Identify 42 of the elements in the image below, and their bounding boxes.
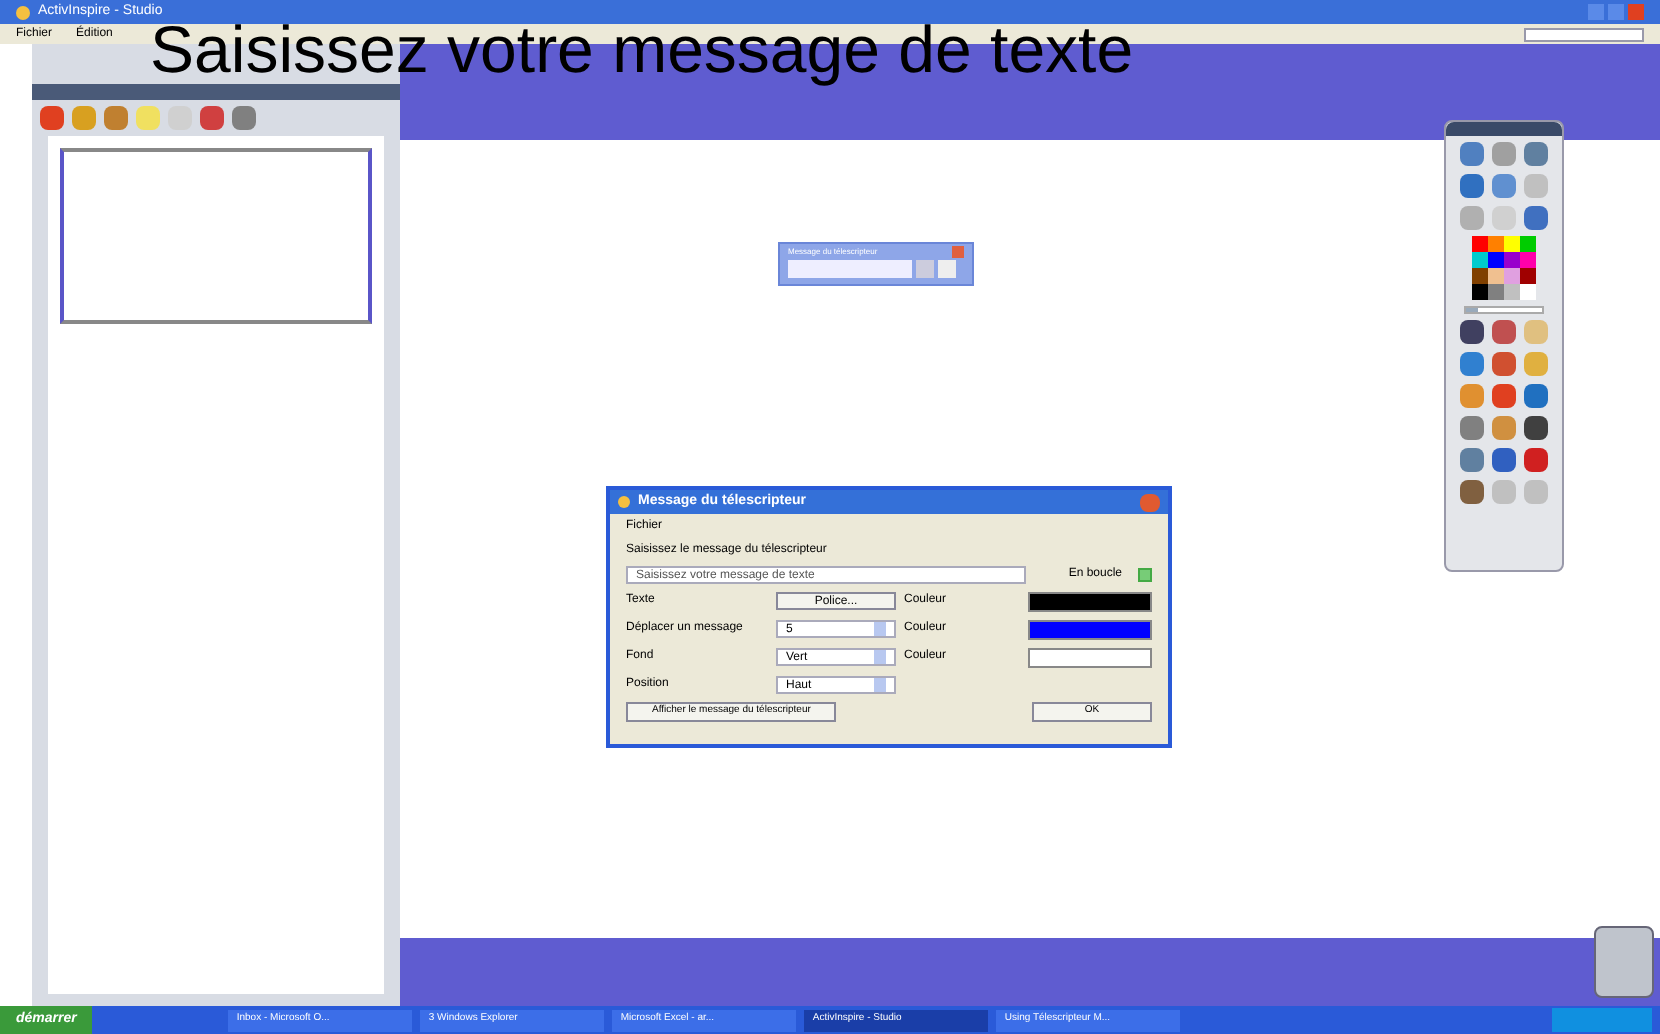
palette-swatch[interactable] <box>1472 236 1488 252</box>
loop-checkbox[interactable] <box>1138 568 1152 582</box>
palette-swatch[interactable] <box>1488 252 1504 268</box>
palette-swatch[interactable] <box>1504 252 1520 268</box>
tool-icon[interactable] <box>1460 480 1484 504</box>
tool-icon[interactable] <box>1460 320 1484 344</box>
palette-swatch[interactable] <box>1520 268 1536 284</box>
close-icon[interactable] <box>952 246 964 258</box>
color-swatch[interactable] <box>1028 619 1152 639</box>
dropdown-field[interactable] <box>1524 27 1644 41</box>
color-swatch[interactable] <box>1028 647 1152 667</box>
close-icon[interactable] <box>1628 4 1644 20</box>
palette-swatch[interactable] <box>1520 252 1536 268</box>
tool-icon[interactable] <box>1524 448 1548 472</box>
tray <box>1552 1008 1652 1032</box>
page-thumbnail[interactable] <box>60 148 372 324</box>
tool-icon[interactable] <box>1492 448 1516 472</box>
message-field[interactable] <box>788 260 912 278</box>
palette-swatch[interactable] <box>1488 236 1504 252</box>
palette-swatch[interactable] <box>1472 268 1488 284</box>
tool-icon[interactable] <box>1460 174 1484 198</box>
palette-swatch[interactable] <box>1520 236 1536 252</box>
tool-icon[interactable] <box>1492 352 1516 376</box>
tool-icon[interactable] <box>1524 384 1548 408</box>
palette-swatch[interactable] <box>1472 252 1488 268</box>
palette-swatch[interactable] <box>1472 284 1488 300</box>
palette-swatch[interactable] <box>1520 284 1536 300</box>
toolbox-header <box>1446 122 1562 136</box>
palette-swatch[interactable] <box>1488 284 1504 300</box>
tool-icon[interactable] <box>1524 206 1548 230</box>
color-swatch[interactable] <box>1028 591 1152 611</box>
minimize-icon[interactable] <box>1588 4 1604 20</box>
close-icon[interactable] <box>1140 493 1160 511</box>
tool-icon[interactable] <box>1524 416 1548 440</box>
palette-swatch[interactable] <box>1504 236 1520 252</box>
app-icon <box>16 5 30 19</box>
palette-swatch[interactable] <box>1504 268 1520 284</box>
palette-swatch[interactable] <box>1504 284 1520 300</box>
tool-icon[interactable] <box>1492 320 1516 344</box>
palette-swatch[interactable] <box>1488 268 1504 284</box>
maximize-icon[interactable] <box>1608 4 1624 20</box>
app-icon <box>618 496 630 508</box>
